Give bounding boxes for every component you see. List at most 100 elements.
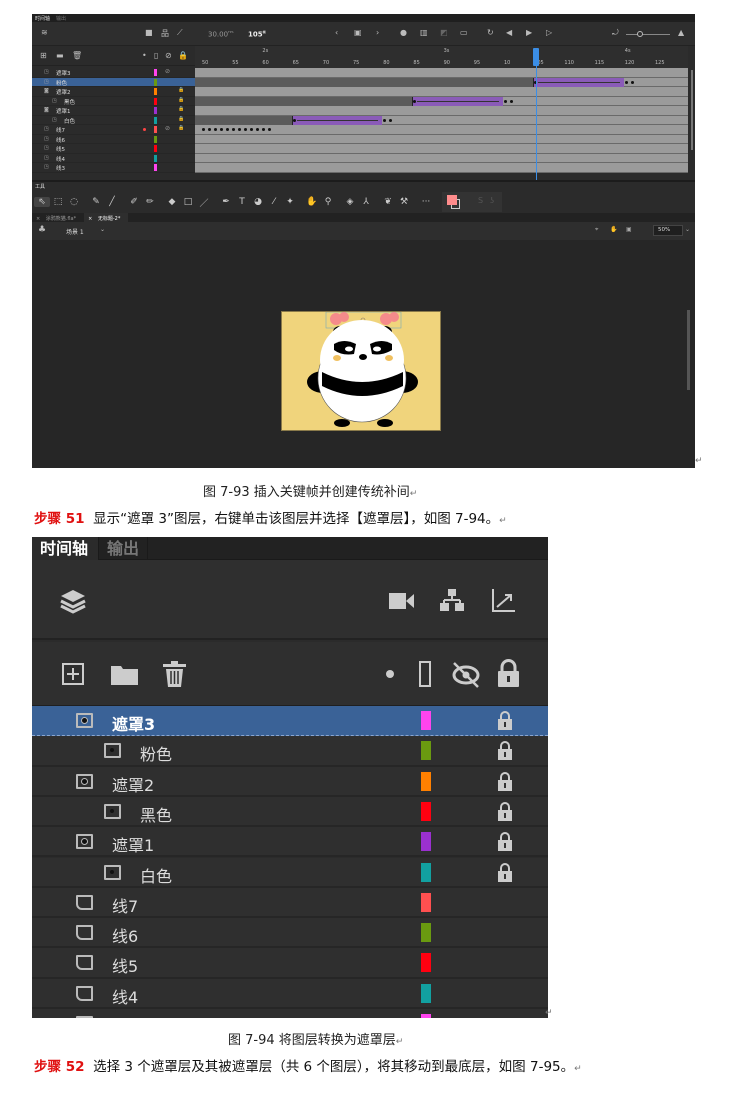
zoom-slider[interactable] bbox=[626, 34, 670, 35]
layer-row[interactable]: 白色 bbox=[32, 857, 548, 888]
layer-row[interactable]: ◙ 遮罩1 🔒 bbox=[32, 106, 195, 116]
eraser-tool-icon[interactable]: ◆ bbox=[164, 197, 180, 207]
lasso-tool-icon[interactable]: ◌ bbox=[66, 197, 82, 207]
layer-row[interactable]: 遮罩1 bbox=[32, 827, 548, 858]
frame-span[interactable] bbox=[195, 96, 416, 106]
layer-row[interactable]: ◳ 线7 ⊘ 🔒 bbox=[32, 125, 195, 135]
hide-all-icon[interactable] bbox=[452, 662, 480, 688]
layer-name[interactable]: 粉色 bbox=[140, 741, 172, 765]
layer-row[interactable]: ◳ 粉色 bbox=[32, 77, 195, 87]
layer-name[interactable]: 线7 bbox=[56, 126, 65, 134]
layer-row[interactable]: 遮罩2 bbox=[32, 766, 548, 797]
layer-row[interactable]: ◳ 黑色 🔒 bbox=[32, 97, 195, 106]
mountains-icon[interactable]: ▲ bbox=[678, 28, 684, 37]
layer-row[interactable]: 粉色 bbox=[32, 736, 548, 767]
layers-icon[interactable]: ≋ bbox=[41, 28, 48, 37]
layer-name[interactable]: 线4 bbox=[56, 155, 65, 163]
highlight-dot-icon[interactable] bbox=[386, 670, 394, 678]
layer-color-swatch[interactable] bbox=[421, 711, 431, 730]
layer-name[interactable]: 线5 bbox=[112, 953, 138, 977]
lock-icon[interactable]: 🔒 bbox=[178, 116, 184, 122]
layer-row[interactable]: 线5 bbox=[32, 948, 548, 979]
chevron-down-icon[interactable]: ⌄ bbox=[100, 226, 105, 233]
highlight-dot-icon[interactable] bbox=[143, 128, 146, 131]
hide-icon[interactable]: ⊘ bbox=[165, 51, 172, 60]
layer-row[interactable]: 线7 bbox=[32, 887, 548, 919]
layer-icon[interactable] bbox=[76, 985, 93, 1001]
frame-row[interactable] bbox=[195, 134, 688, 144]
layer-color-swatch[interactable] bbox=[421, 771, 431, 791]
layer-color-swatch[interactable] bbox=[154, 78, 157, 86]
keyframe[interactable] bbox=[389, 118, 393, 122]
layer-color-swatch[interactable] bbox=[154, 145, 157, 152]
frame-row[interactable] bbox=[195, 87, 688, 97]
layer-name[interactable]: 线3 bbox=[56, 164, 65, 172]
layer-color-swatch[interactable] bbox=[421, 892, 431, 912]
camera-icon[interactable]: ■ bbox=[145, 28, 153, 37]
fit-icon[interactable]: ⤾ bbox=[612, 28, 619, 38]
keyframe[interactable] bbox=[624, 80, 628, 84]
panda-illustration[interactable] bbox=[282, 311, 442, 432]
layer-name[interactable]: 线4 bbox=[112, 984, 138, 1008]
tab-output[interactable]: 输出 bbox=[98, 537, 149, 560]
current-frame[interactable]: 105 bbox=[248, 30, 263, 38]
highlight-dot-icon[interactable]: • bbox=[142, 51, 147, 60]
layer-color-swatch[interactable] bbox=[421, 983, 431, 1003]
outline-icon[interactable]: ▯ bbox=[154, 51, 158, 60]
selection-tool-icon[interactable]: ⇖ bbox=[34, 197, 50, 207]
keyframe[interactable] bbox=[202, 128, 205, 131]
new-layer-icon[interactable]: ⊞ bbox=[40, 51, 47, 60]
layer-icon[interactable]: ◳ bbox=[44, 126, 49, 132]
layer-icon[interactable]: ◳ bbox=[44, 79, 49, 85]
center-stage-icon[interactable]: ⌖ bbox=[595, 226, 598, 234]
lock-icon[interactable]: 🔒 bbox=[178, 97, 184, 103]
layer-name[interactable]: 白色 bbox=[140, 863, 172, 887]
layer-name[interactable]: 线6 bbox=[112, 923, 138, 947]
next-keyframe-icon[interactable]: › bbox=[376, 28, 379, 37]
layer-icon[interactable] bbox=[76, 925, 93, 941]
frame-row[interactable] bbox=[195, 144, 688, 154]
keyframe[interactable] bbox=[630, 80, 634, 84]
layer-icon[interactable]: ◳ bbox=[52, 117, 57, 123]
layer-icon[interactable] bbox=[76, 955, 93, 971]
masked-layer-icon[interactable] bbox=[104, 743, 121, 759]
tween-icon[interactable]: ◩ bbox=[440, 28, 448, 37]
layer-icon[interactable]: ◳ bbox=[44, 164, 49, 170]
bone-tool-icon[interactable]: ⚒ bbox=[396, 197, 412, 207]
layer-color-swatch[interactable] bbox=[154, 97, 157, 105]
layer-row[interactable]: ◳ 线5 bbox=[32, 144, 195, 154]
tab-timeline[interactable]: 时间轴 bbox=[32, 537, 98, 560]
layer-row[interactable]: 黑色 bbox=[32, 796, 548, 828]
classic-tween[interactable] bbox=[533, 77, 624, 87]
lock-all-icon[interactable] bbox=[498, 659, 519, 687]
frame-row[interactable] bbox=[195, 77, 688, 87]
keyframe[interactable] bbox=[292, 118, 296, 122]
mask-layer-icon[interactable] bbox=[76, 773, 93, 789]
layer-name[interactable]: 白色 bbox=[64, 117, 75, 125]
frame-row[interactable] bbox=[195, 115, 688, 125]
graph-editor-icon[interactable] bbox=[491, 589, 515, 613]
stage-scrollbar[interactable] bbox=[687, 310, 690, 390]
layer-icon[interactable]: ◳ bbox=[44, 155, 49, 161]
frame-row[interactable] bbox=[195, 163, 688, 173]
text-tool-icon[interactable]: T bbox=[234, 197, 250, 207]
keyframe[interactable] bbox=[256, 128, 260, 131]
paint-brush-tool-icon[interactable]: ✎ bbox=[88, 197, 104, 207]
layer-name[interactable]: 黑色 bbox=[140, 802, 172, 826]
layer-row[interactable]: ◳ 线4 bbox=[32, 154, 195, 163]
layer-color-swatch[interactable] bbox=[154, 164, 157, 171]
clip-icon[interactable]: ✋ bbox=[610, 226, 617, 233]
fill-color-swatch[interactable] bbox=[447, 195, 457, 205]
step-back-icon[interactable]: ◀ bbox=[506, 28, 512, 37]
layer-row[interactable]: ◳ 线6 bbox=[32, 135, 195, 144]
asset-warp-tool-icon[interactable]: ❦ bbox=[380, 197, 396, 207]
lock-icon[interactable]: 🔒 bbox=[178, 51, 188, 60]
keyframe[interactable] bbox=[244, 128, 248, 131]
parenting-icon[interactable]: 品 bbox=[161, 28, 169, 39]
zoom-tool-icon[interactable]: ⚲ bbox=[320, 197, 336, 207]
fps-value[interactable]: 30.00 bbox=[208, 30, 228, 38]
layer-color-swatch[interactable] bbox=[421, 1014, 431, 1018]
line-tool-icon[interactable]: ／ bbox=[196, 196, 212, 209]
graph-icon[interactable]: ⟋ bbox=[177, 28, 183, 38]
keyframe[interactable] bbox=[214, 128, 218, 131]
